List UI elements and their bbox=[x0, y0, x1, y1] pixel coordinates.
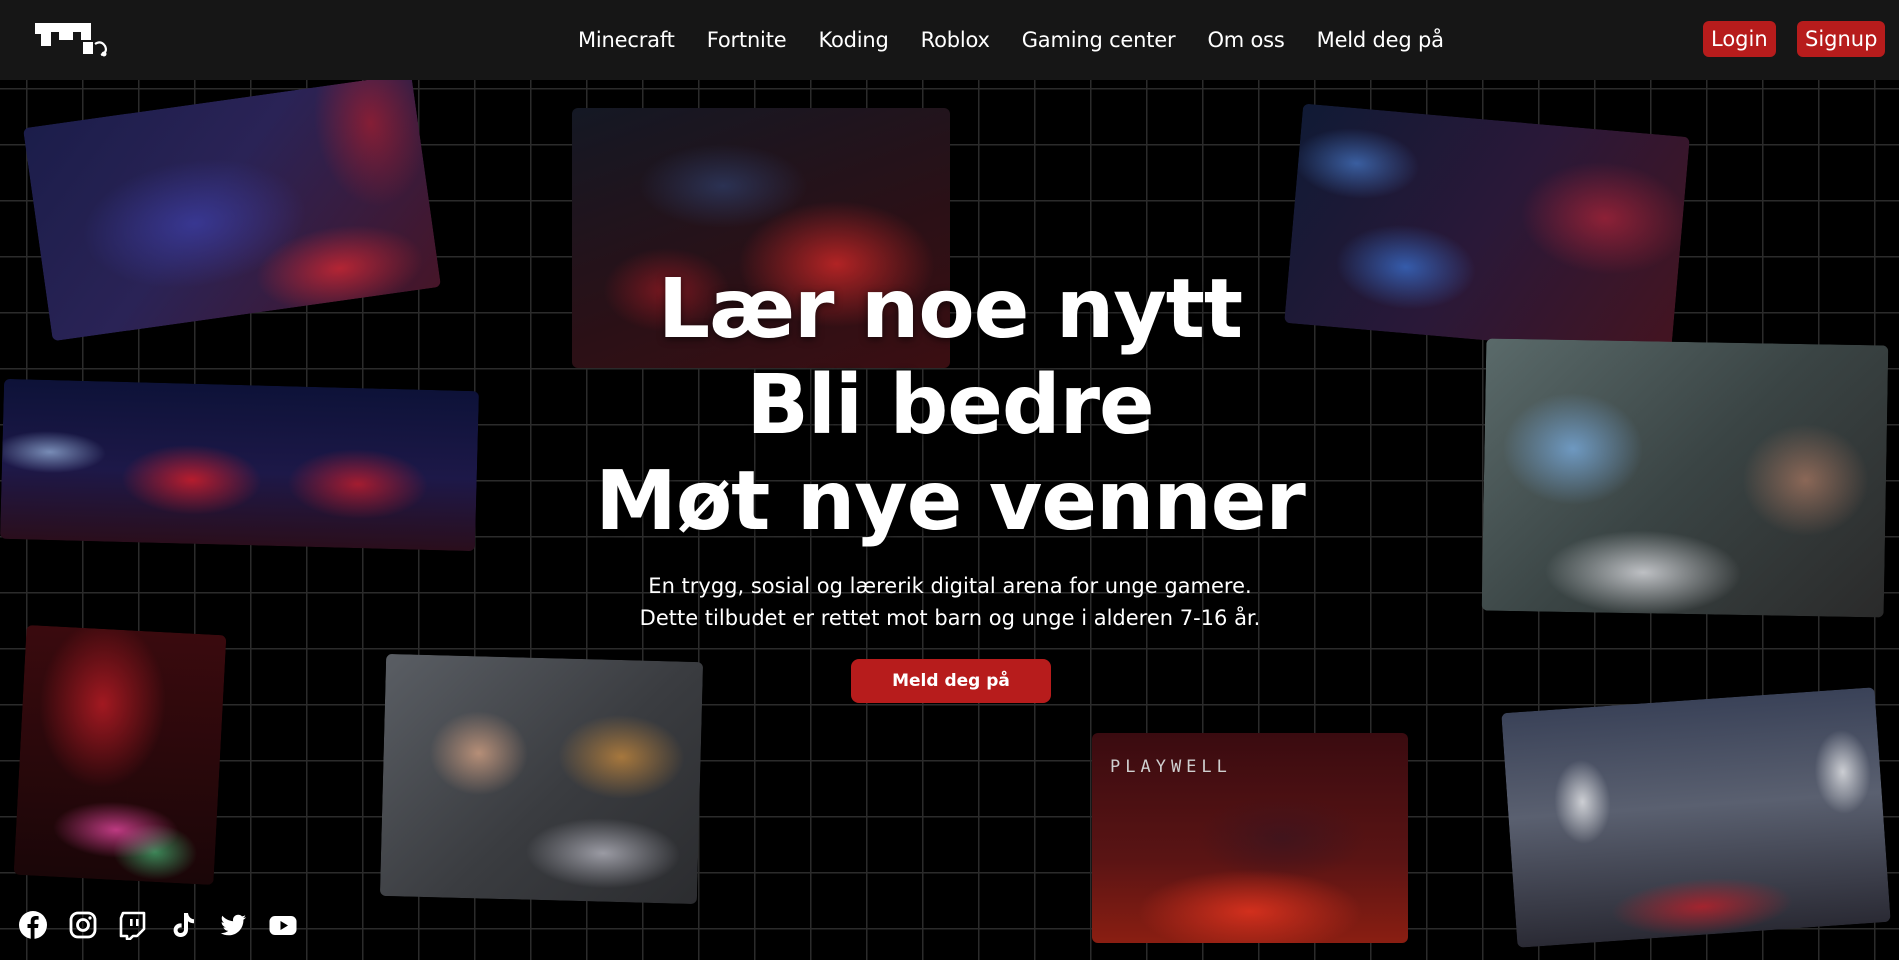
photo-kid-playing-fortnite bbox=[1481, 338, 1889, 618]
photo-lan-red-chairs bbox=[0, 378, 480, 552]
main-nav: Minecraft Fortnite Koding Roblox Gaming … bbox=[578, 25, 1460, 55]
hero-headline-line1: Lær noe nytt bbox=[657, 262, 1243, 357]
login-button[interactable]: Login bbox=[1703, 21, 1776, 57]
hero: Lær noe nytt Bli bedre Møt nye venner En… bbox=[550, 262, 1350, 634]
nav-meld-deg-pa[interactable]: Meld deg på bbox=[1301, 25, 1460, 55]
twitter-icon[interactable] bbox=[218, 910, 248, 940]
nav-koding[interactable]: Koding bbox=[802, 25, 904, 55]
photo-rgb-gaming-room bbox=[13, 624, 227, 886]
hero-headline-line3: Møt nye venner bbox=[595, 454, 1306, 549]
facebook-icon[interactable] bbox=[18, 910, 48, 940]
signup-button[interactable]: Signup bbox=[1797, 21, 1886, 57]
social-links bbox=[18, 910, 298, 940]
logo[interactable] bbox=[33, 20, 111, 60]
hero-subtitle: En trygg, sosial og lærerik digital aren… bbox=[550, 570, 1350, 634]
hero-subtitle-line1: En trygg, sosial og lærerik digital aren… bbox=[648, 574, 1252, 598]
site-header: Minecraft Fortnite Koding Roblox Gaming … bbox=[0, 0, 1899, 80]
nav-om-oss[interactable]: Om oss bbox=[1191, 25, 1300, 55]
youtube-icon[interactable] bbox=[268, 910, 298, 940]
instagram-icon[interactable] bbox=[68, 910, 98, 940]
hero-subtitle-line2: Dette tilbudet er rettet mot barn og ung… bbox=[639, 606, 1261, 630]
photo-esports-arena-trophy bbox=[1501, 687, 1891, 948]
nav-minecraft[interactable]: Minecraft bbox=[578, 25, 691, 55]
photo-kid-coding-laptop bbox=[379, 653, 704, 905]
nav-gaming-center[interactable]: Gaming center bbox=[1006, 25, 1192, 55]
nav-roblox[interactable]: Roblox bbox=[905, 25, 1006, 55]
tiktok-icon[interactable] bbox=[168, 910, 198, 940]
gaming-center-brand: PLAYWELL bbox=[1110, 757, 1232, 777]
nav-fortnite[interactable]: Fortnite bbox=[691, 25, 803, 55]
signup-cta-button[interactable]: Meld deg på bbox=[851, 659, 1051, 703]
twitch-icon[interactable] bbox=[118, 910, 148, 940]
photo-gaming-center: PLAYWELL bbox=[1092, 733, 1408, 943]
hero-headline-line2: Bli bedre bbox=[746, 358, 1154, 453]
